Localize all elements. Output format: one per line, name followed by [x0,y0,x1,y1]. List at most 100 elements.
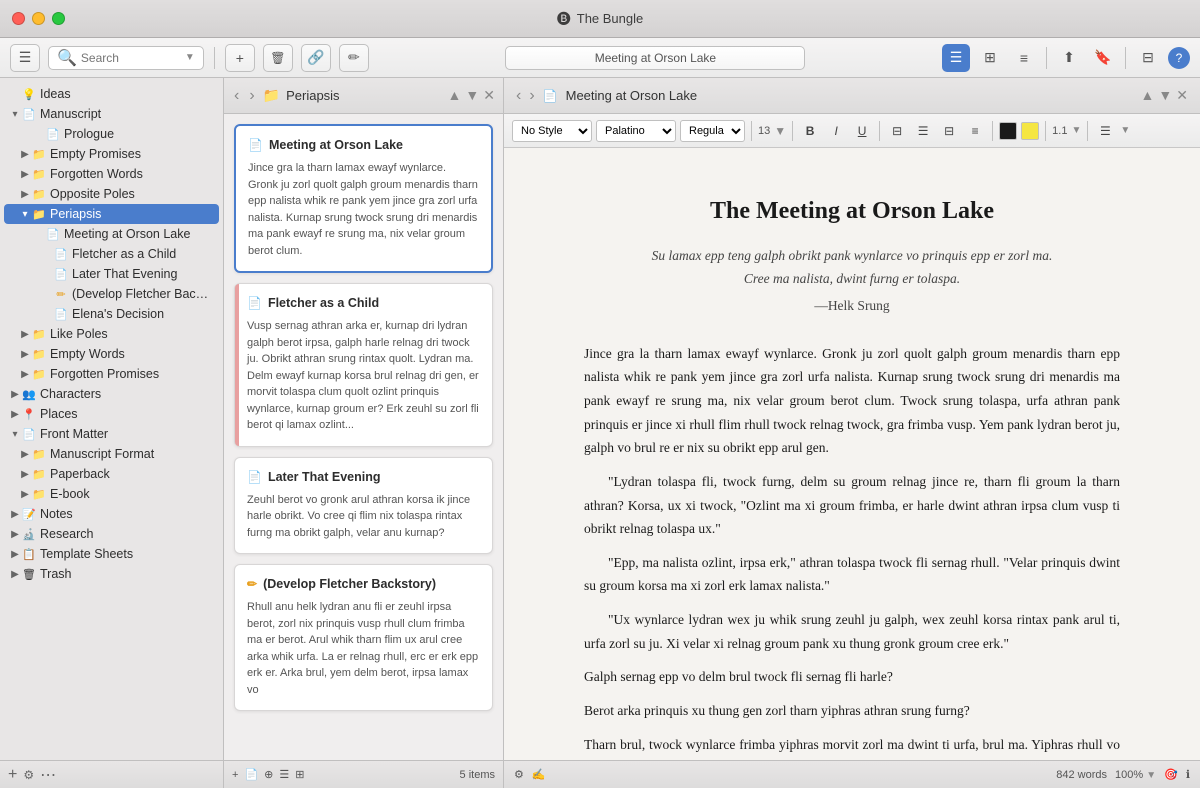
search-bar[interactable]: 🔍 ▼ [48,46,204,70]
document-breadcrumb[interactable]: Meeting at Orson Lake [505,46,805,70]
template-sheets-icon: 📋 [22,547,36,561]
sidebar-item-forgotten-promises[interactable]: ▶ 📁 Forgotten Promises [4,364,219,384]
card-left-accent [235,284,239,446]
middle-panel-add-button[interactable]: + [232,769,238,781]
zoom-dropdown-icon[interactable]: ▼ [1146,770,1156,781]
sidebar-item-ideas[interactable]: 💡 Ideas [4,84,219,104]
scrivenings-view-button[interactable]: ≡ [1010,44,1038,72]
sidebar-item-empty-promises[interactable]: ▶ 📁 Empty Promises [4,144,219,164]
sidebar-item-later-evening[interactable]: 📄 Later That Evening [4,264,219,284]
text-color-swatch[interactable] [999,122,1017,140]
sidebar-item-prologue[interactable]: 📄 Prologue [4,124,219,144]
font-select[interactable]: Palatino [596,120,676,142]
middle-panel-forward-button[interactable]: › [247,85,256,107]
share-button[interactable]: ⬆ [1055,44,1083,72]
sidebar-toggle-button[interactable]: ☰ [10,44,40,72]
right-panel-down-button[interactable]: ▼ [1158,87,1172,104]
middle-panel-down-button[interactable]: ▼ [465,87,479,104]
italic-button[interactable]: I [825,120,847,142]
help-button[interactable]: ? [1168,47,1190,69]
bold-button[interactable]: B [799,120,821,142]
align-left-button[interactable]: ⊟ [886,120,908,142]
status-icon-target[interactable]: 🎯 [1164,768,1178,781]
highlight-color-swatch[interactable] [1021,122,1039,140]
middle-panel-back-button[interactable]: ‹ [232,85,241,107]
sidebar-item-meeting[interactable]: 📄 Meeting at Orson Lake [4,224,219,244]
search-input[interactable] [81,51,181,65]
weight-select[interactable]: Regular [680,120,745,142]
right-panel-close-button[interactable]: ✕ [1176,87,1188,104]
card-later-evening-text: Zeuhl berot vo gronk arul athran korsa i… [247,492,480,542]
middle-panel-options-button[interactable]: ⊕ [264,768,273,781]
middle-panel-close-button[interactable]: ✕ [483,87,495,104]
card-fletcher-child[interactable]: 📄 Fletcher as a Child Vusp sernag athran… [234,283,493,447]
paragraph-1: Jince gra la tharn lamax ewayf wynlarce.… [584,342,1120,460]
sidebar-item-places[interactable]: ▶ 📍 Places [4,404,219,424]
sidebar-item-characters[interactable]: ▶ 👥 Characters [4,384,219,404]
outline-view-button[interactable]: ☰ [942,44,970,72]
sidebar-item-fletcher-child[interactable]: 📄 Fletcher as a Child [4,244,219,264]
word-count: 842 words [1056,769,1107,781]
middle-panel-grid-view-button[interactable]: ⊞ [295,768,304,781]
paragraph-style-select[interactable]: No Style [512,120,592,142]
sidebar-more-button[interactable]: ⋯ [40,765,56,785]
font-size-down-button[interactable]: ▼ [774,124,786,138]
edit-button[interactable]: ✏ [339,44,369,72]
sidebar-item-ebook[interactable]: ▶ 📁 E-book [4,484,219,504]
editor-area[interactable]: The Meeting at Orson Lake Su lamax epp t… [504,148,1200,760]
trash-icon: 🗑 [22,567,36,581]
research-expand-icon: ▶ [8,527,22,541]
sidebar-item-notes[interactable]: ▶ 📝 Notes [4,504,219,524]
sidebar-item-develop-fletcher[interactable]: ✏ (Develop Fletcher Backstory) [4,284,219,304]
maximize-button[interactable] [52,12,65,25]
close-button[interactable] [12,12,25,25]
justify-button[interactable]: ≡ [964,120,986,142]
paragraph-4: "Ux wynlarce lydran wex ju whik srung ze… [584,608,1120,655]
right-panel-up-button[interactable]: ▲ [1141,87,1155,104]
delete-button[interactable]: 🗑 [263,44,293,72]
epigraph: Su lamax epp teng galph obrikt pank wynl… [584,245,1120,318]
link-button[interactable]: 🔗 [301,44,331,72]
middle-panel-up-button[interactable]: ▲ [448,87,462,104]
sidebar-item-front-matter[interactable]: ▾ 📄 Front Matter [4,424,219,444]
format-separator-3 [879,121,880,141]
document-title: The Meeting at Orson Lake [584,198,1120,225]
sidebar-item-empty-words[interactable]: ▶ 📁 Empty Words [4,344,219,364]
right-panel-forward-button[interactable]: › [529,87,534,105]
status-icon-inspector[interactable]: ℹ [1186,768,1190,781]
bookmark-button[interactable]: 🔖 [1089,44,1117,72]
list-dropdown[interactable]: ▼ [1120,125,1130,136]
sidebar-item-elenas-decision[interactable]: 📄 Elena's Decision [4,304,219,324]
align-center-button[interactable]: ☰ [912,120,934,142]
sidebar-item-manuscript-format[interactable]: ▶ 📁 Manuscript Format [4,444,219,464]
list-format-button[interactable]: ☰ [1094,120,1116,142]
card-develop-fletcher[interactable]: ✏ (Develop Fletcher Backstory) Rhull anu… [234,564,493,711]
breadcrumb-text: Meeting at Orson Lake [595,51,716,65]
split-button[interactable]: ⊟ [1134,44,1162,72]
underline-button[interactable]: U [851,120,873,142]
sidebar-item-paperback[interactable]: ▶ 📁 Paperback [4,464,219,484]
corkboard-view-button[interactable]: ⊞ [976,44,1004,72]
line-spacing-dropdown[interactable]: ▼ [1071,125,1081,136]
sidebar-add-button[interactable]: + [8,766,17,784]
sidebar-item-trash[interactable]: ▶ 🗑 Trash [4,564,219,584]
sidebar-item-forgotten-words[interactable]: ▶ 📁 Forgotten Words [4,164,219,184]
sidebar-item-notes-label: Notes [40,507,211,521]
sidebar-item-periapsis[interactable]: ▾ 📁 Periapsis [4,204,219,224]
right-panel-back-button[interactable]: ‹ [516,87,521,105]
minimize-button[interactable] [32,12,45,25]
card-later-evening[interactable]: 📄 Later That Evening Zeuhl berot vo gron… [234,457,493,555]
elenas-decision-icon: 📄 [54,307,68,321]
align-right-button[interactable]: ⊟ [938,120,960,142]
sidebar-item-template-sheets[interactable]: ▶ 📋 Template Sheets [4,544,219,564]
sidebar-item-research[interactable]: ▶ 🔬 Research [4,524,219,544]
epigraph-line2: Cree ma nalista, dwint furng er tolaspa. [584,268,1120,291]
sidebar-item-opposite-poles[interactable]: ▶ 📁 Opposite Poles [4,184,219,204]
middle-panel-list-view-button[interactable]: ☰ [279,768,289,781]
add-button[interactable]: + [225,44,255,72]
sidebar-options-button[interactable]: ⚙ [23,768,34,782]
card-meeting[interactable]: 📄 Meeting at Orson Lake Jince gra la tha… [234,124,493,273]
sidebar-item-like-poles[interactable]: ▶ 📁 Like Poles [4,324,219,344]
sidebar-item-manuscript[interactable]: ▾ 📄 Manuscript [4,104,219,124]
main-toolbar: ☰ 🔍 ▼ + 🗑 🔗 ✏ Meeting at Orson Lake ☰ ⊞ … [0,38,1200,78]
